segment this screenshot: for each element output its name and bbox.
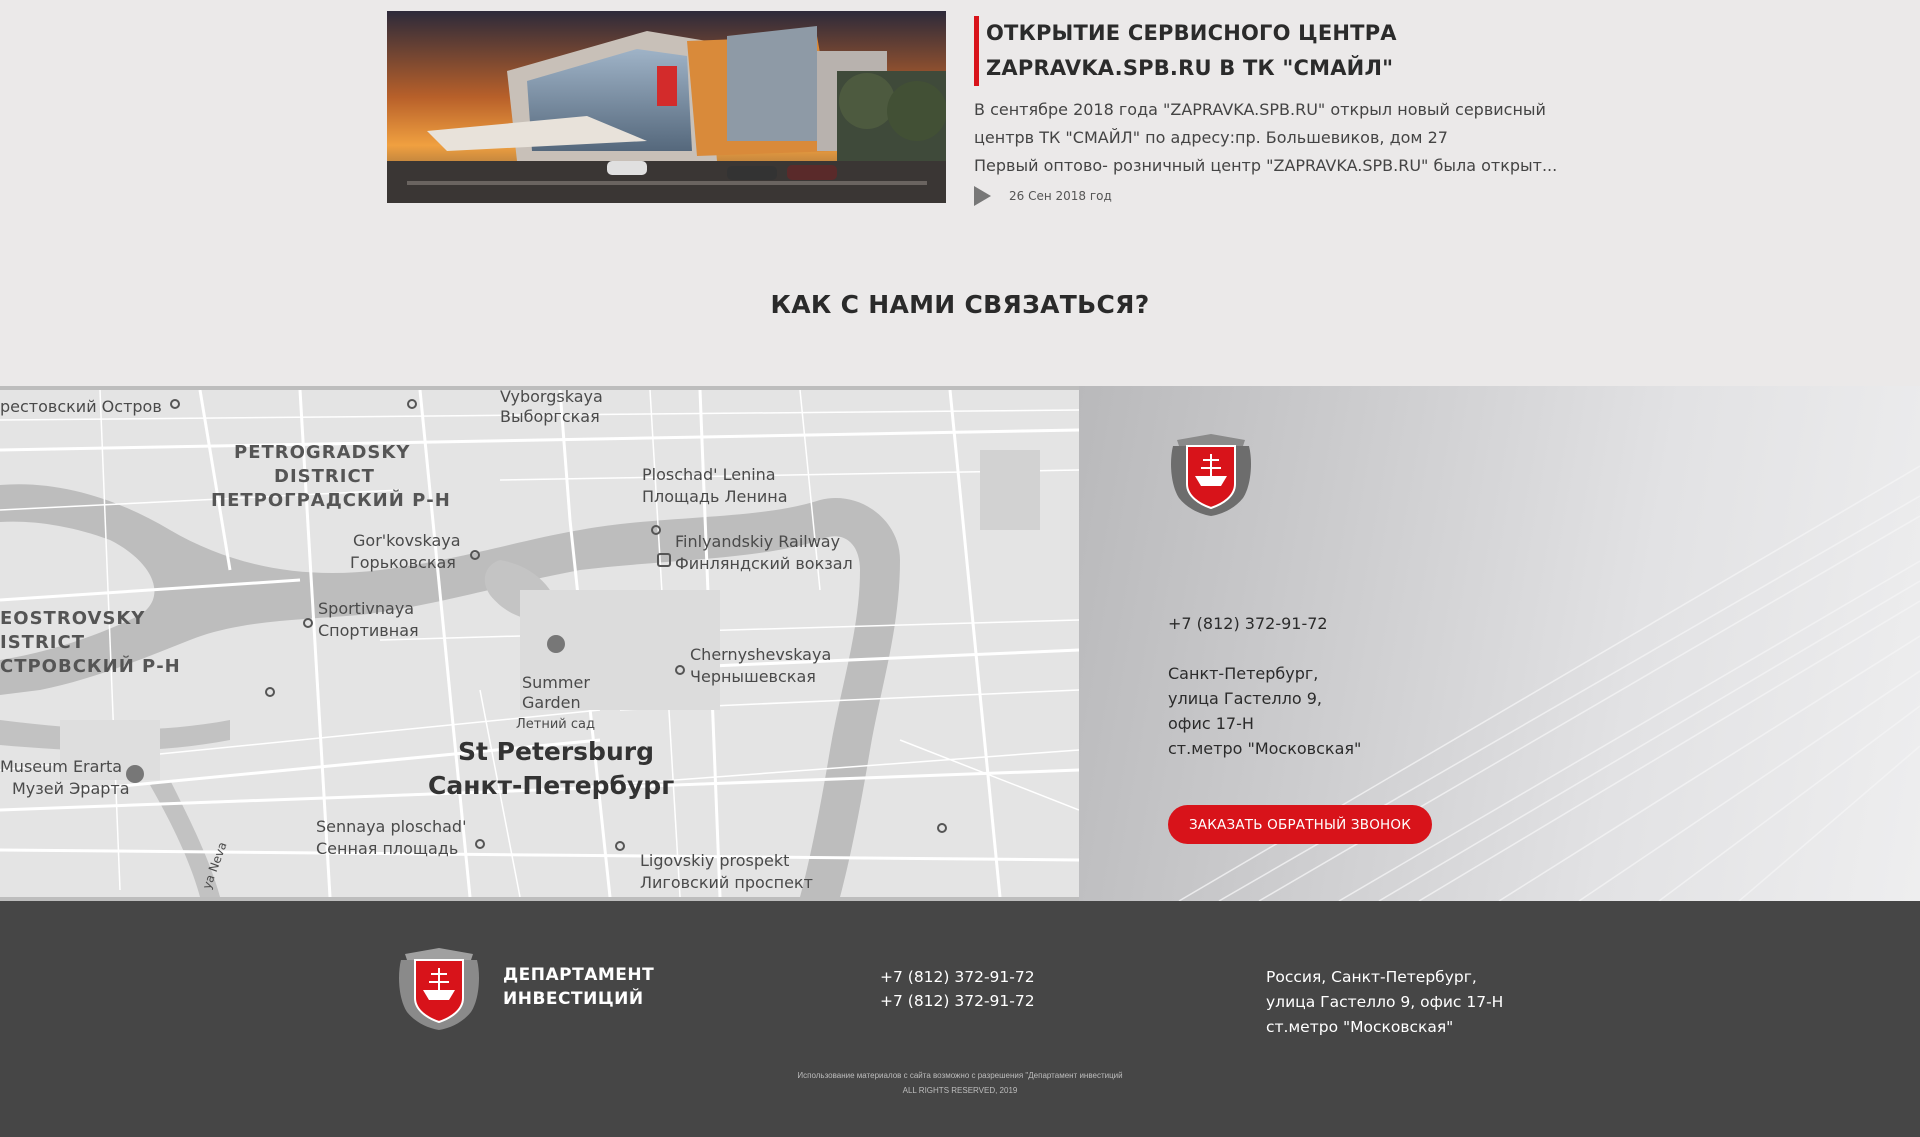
address-line: Санкт-Петербург, <box>1168 664 1319 683</box>
map-label: Sennaya ploschad' <box>316 817 466 836</box>
footer-brand[interactable]: ДЕПАРТАМЕНТ ИНВЕСТИЦИЙ <box>503 963 654 1011</box>
map-label: Museum Erarta <box>0 757 122 776</box>
footer-crest-logo <box>393 945 485 1031</box>
district-label: EOSTROVSKY <box>0 608 145 629</box>
news-image[interactable] <box>387 11 946 203</box>
news-title[interactable]: ОТКРЫТИЕ СЕРВИСНОГО ЦЕНТРА ZAPRAVKA.SPB.… <box>974 16 1534 86</box>
footer-phones: +7 (812) 372-91-72 +7 (812) 372-91-72 <box>880 965 1035 1013</box>
mall-building-image <box>387 11 946 203</box>
map-label: Музей Эрарта <box>12 779 130 798</box>
footer: ДЕПАРТАМЕНТ ИНВЕСТИЦИЙ +7 (812) 372-91-7… <box>0 901 1920 1137</box>
address-line: ст.метро "Московская" <box>1266 1018 1454 1036</box>
map-label: Спортивная <box>318 621 419 640</box>
map-label: Финляндский вокзал <box>675 554 853 573</box>
news-excerpt-line: Первый оптово- розничный центр "ZAPRAVKA… <box>974 156 1558 175</box>
play-icon[interactable] <box>974 186 991 206</box>
map-canvas: Vyborgskaya Выборгская рестовский Остров… <box>0 390 1079 897</box>
section-title: КАК С НАМИ СВЯЗАТЬСЯ? <box>770 290 1150 319</box>
news-title-line[interactable]: ОТКРЫТИЕ СЕРВИСНОГО ЦЕНТРА <box>986 16 1534 51</box>
crest-logo <box>1165 432 1257 516</box>
map-label: Чернышевская <box>690 667 816 686</box>
crest-icon <box>1171 434 1251 516</box>
news-excerpt-line: центрв ТК "СМАЙЛ" по адресу:пр. Большеви… <box>974 128 1448 147</box>
copyright-line: ALL RIGHTS RESERVED, 2019 <box>902 1086 1018 1095</box>
address-line: ст.метро "Московская" <box>1168 739 1362 758</box>
news-excerpt: В сентябре 2018 года "ZAPRAVKA.SPB.RU" о… <box>974 96 1558 180</box>
district-label: DISTRICT <box>274 466 375 487</box>
map-label: Горьковская <box>350 553 456 572</box>
map-label: Лиговский проспект <box>640 873 813 892</box>
contact-panel: +7 (812) 372-91-72 Санкт-Петербург, улиц… <box>1079 386 1920 901</box>
news-body: ОТКРЫТИЕ СЕРВИСНОГО ЦЕНТРА ZAPRAVKA.SPB.… <box>974 16 1558 206</box>
district-label: PETROGRADSKY <box>234 442 410 463</box>
contact-address: Санкт-Петербург, улица Гастелло 9, офис … <box>1168 661 1361 761</box>
map-label: Сенная площадь <box>316 839 458 858</box>
address-line: улица Гастелло 9, <box>1168 689 1322 708</box>
city-label: Санкт-Петербург <box>428 771 674 800</box>
district-label: ISTRICT <box>0 632 85 653</box>
footer-phone[interactable]: +7 (812) 372-91-72 <box>880 965 1035 989</box>
map-label: Gor'kovskaya <box>353 531 461 550</box>
news-item: ОТКРЫТИЕ СЕРВИСНОГО ЦЕНТРА ZAPRAVKA.SPB.… <box>387 11 1558 206</box>
map-label: Площадь Ленина <box>642 487 788 506</box>
callback-button[interactable]: ЗАКАЗАТЬ ОБРАТНЫЙ ЗВОНОК <box>1168 805 1432 844</box>
footer-address: Россия, Санкт-Петербург, улица Гастелло … <box>1266 965 1503 1040</box>
map-label: рестовский Остров <box>0 397 162 416</box>
news-meta: 26 Сен 2018 год <box>974 186 1534 206</box>
copyright: Использование материалов с сайта возможн… <box>0 1068 1920 1098</box>
map-label: Garden <box>522 693 581 712</box>
crest-icon <box>399 948 479 1030</box>
news-excerpt-line: В сентябре 2018 года "ZAPRAVKA.SPB.RU" о… <box>974 100 1546 119</box>
map-label: Chernyshevskaya <box>690 645 831 664</box>
map-label: Sportivnaya <box>318 599 414 618</box>
map[interactable]: Vyborgskaya Выборгская рестовский Остров… <box>0 386 1079 901</box>
map-label: Vyborgskaya <box>500 390 603 406</box>
copyright-line: Использование материалов с сайта возможн… <box>797 1071 1123 1080</box>
news-date: 26 Сен 2018 год <box>1009 189 1112 203</box>
city-label: St Petersburg <box>458 737 654 766</box>
news-title-line[interactable]: ZAPRAVKA.SPB.RU В ТК "СМАЙЛ" <box>986 51 1534 86</box>
map-label: Summer <box>522 673 590 692</box>
address-line: офис 17-Н <box>1168 714 1254 733</box>
brand-line: ИНВЕСТИЦИЙ <box>503 989 644 1009</box>
map-label: Ligovskiy prospekt <box>640 851 789 870</box>
footer-phone[interactable]: +7 (812) 372-91-72 <box>880 989 1035 1013</box>
address-line: Россия, Санкт-Петербург, <box>1266 968 1477 986</box>
contact-section: Vyborgskaya Выборгская рестовский Остров… <box>0 386 1920 901</box>
district-label: СТРОВСКИЙ Р-Н <box>0 655 181 677</box>
map-label: Выборгская <box>500 407 600 426</box>
pin-icon <box>547 635 565 653</box>
brand-line: ДЕПАРТАМЕНТ <box>503 965 655 985</box>
map-label: Ploschad' Lenina <box>642 465 776 484</box>
address-line: улица Гастелло 9, офис 17-Н <box>1266 993 1504 1011</box>
map-label: Finlyandskiy Railway <box>675 532 840 551</box>
map-label: Летний сад <box>516 717 595 732</box>
district-label: ПЕТРОГРАДСКИЙ Р-Н <box>211 489 451 511</box>
contact-phone[interactable]: +7 (812) 372-91-72 <box>1168 614 1328 633</box>
